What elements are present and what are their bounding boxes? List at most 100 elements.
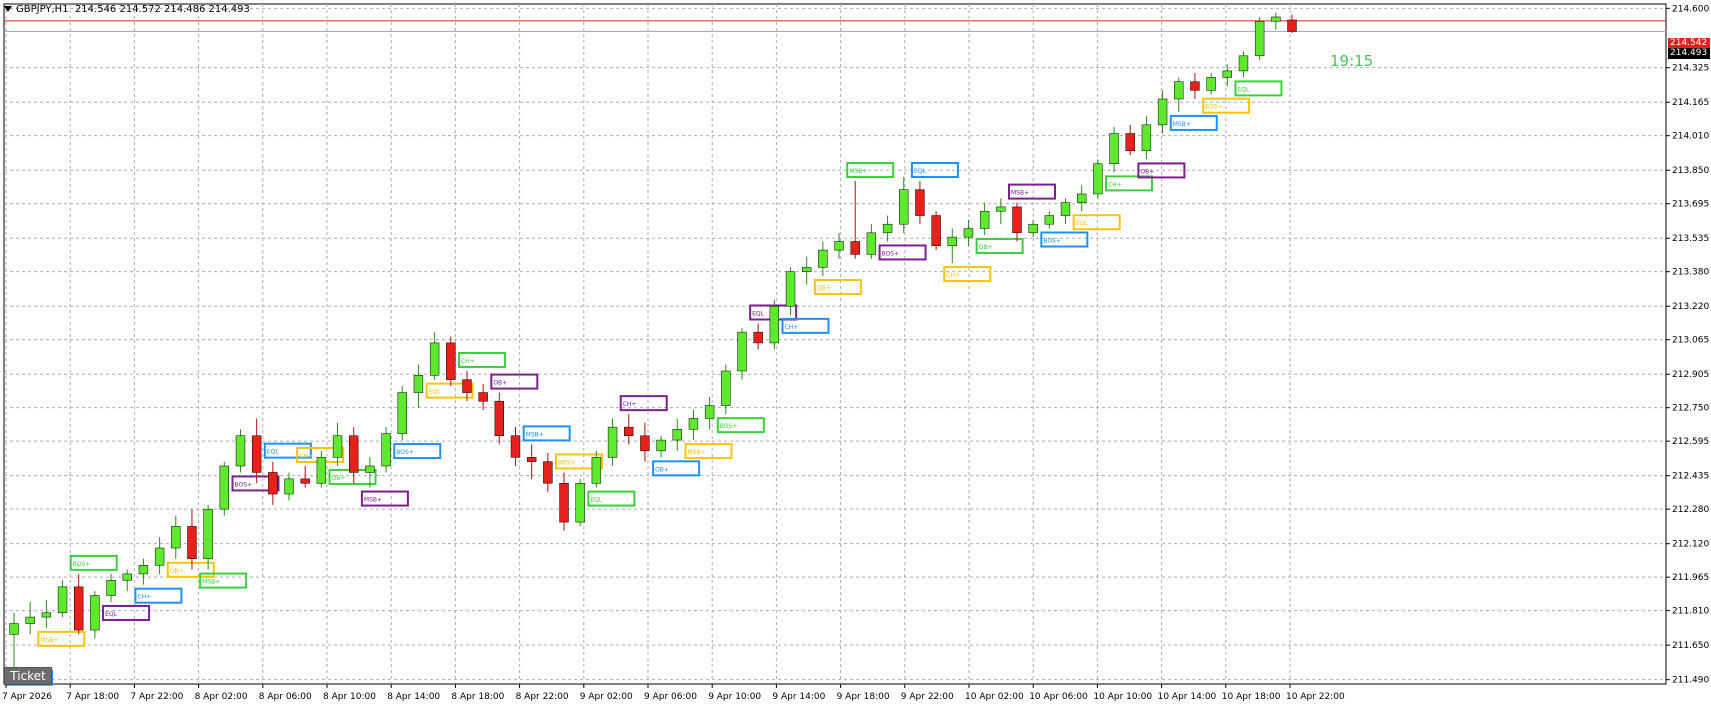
pattern-label: EQL (267, 449, 280, 456)
x-tick-label: 8 Apr 06:00 (259, 692, 312, 702)
bear-candle (1125, 133, 1135, 152)
x-tick-label: 9 Apr 22:00 (901, 692, 954, 702)
bull-candle (769, 305, 780, 344)
bear-candle (494, 400, 505, 436)
pattern-label: EQL (1237, 86, 1250, 93)
bear-candle (349, 435, 359, 473)
bull-candle (721, 370, 731, 406)
x-tick-label: 8 Apr 14:00 (387, 692, 440, 702)
y-tick-label: 211.490 (1672, 676, 1709, 686)
pattern-label: BOS+ (234, 481, 252, 488)
y-tick-label: 213.695 (1672, 200, 1709, 210)
pattern-label: CH+ (785, 324, 799, 331)
bear-candle (1012, 206, 1022, 234)
dropdown-triangle-icon[interactable] (4, 6, 12, 12)
x-tick-label: 8 Apr 22:00 (516, 692, 569, 702)
bull-candle (607, 426, 618, 458)
y-tick-label: 213.380 (1672, 268, 1709, 278)
chart-window[interactable]: OB+ MSB+ BOS+ EQL CH+ OB+ MSB+ BOS+ EQL CH+ OB+ MSB… (0, 0, 1711, 707)
x-tick-label: 8 Apr 18:00 (451, 692, 504, 702)
bull-candle (1109, 133, 1119, 164)
y-tick-label: 214.010 (1672, 132, 1709, 142)
x-tick-label: 8 Apr 10:00 (323, 692, 376, 702)
bull-candle (1238, 55, 1249, 72)
y-tick-label: 212.750 (1672, 404, 1709, 414)
pattern-label: OB+ (817, 285, 831, 292)
bull-candle (138, 565, 149, 575)
x-tick-label: 8 Apr 02:00 (195, 692, 248, 702)
ticket-button[interactable]: Ticket (4, 667, 52, 685)
bull-candle (801, 267, 812, 272)
x-tick-label: 9 Apr 18:00 (837, 692, 890, 702)
bar-countdown: 19:15 (1330, 52, 1374, 70)
pattern-label: MSB+ (526, 431, 544, 438)
order-block-zones (5, 80, 1283, 686)
pattern-label: CH+ (1108, 181, 1122, 188)
x-tick-label: 10 Apr 18:00 (1222, 692, 1281, 702)
pattern-label: MSB+ (687, 449, 705, 456)
x-tick-label: 7 Apr 18:00 (66, 692, 119, 702)
bull-candle (1206, 77, 1216, 91)
bull-candle (235, 435, 246, 467)
bull-candle (785, 271, 796, 307)
pattern-label: OB+ (979, 244, 993, 251)
pattern-label: EQL (590, 497, 603, 504)
bull-candle (41, 612, 52, 618)
price-chart[interactable]: OB+ MSB+ BOS+ EQL CH+ OB+ MSB+ BOS+ EQL CH+ OB+ MSB… (0, 0, 1711, 707)
pattern-label: BOS+ (720, 423, 738, 430)
bull-candle (413, 375, 424, 393)
bull-candle (171, 526, 181, 549)
y-tick-label: 211.650 (1672, 641, 1709, 651)
pattern-label: CH+ (137, 594, 151, 601)
bull-candle (9, 623, 19, 635)
pattern-label: MSB+ (40, 637, 58, 644)
pattern-label: EQL (105, 611, 118, 618)
bull-candle (316, 457, 327, 484)
bear-candle (268, 472, 278, 495)
y-tick-label: 212.280 (1672, 505, 1709, 515)
chart-grid (3, 3, 1667, 685)
bear-candle (462, 379, 472, 393)
bear-candle (559, 482, 569, 523)
bull-candle (1222, 70, 1232, 78)
pattern-label: MSB+ (202, 579, 220, 586)
bear-candle (1287, 19, 1297, 32)
x-tick-label: 7 Apr 2026 (2, 692, 52, 702)
x-tick-label: 10 Apr 06:00 (1029, 692, 1088, 702)
bull-candle (332, 435, 343, 458)
bull-candle (656, 439, 666, 452)
bull-candle (866, 232, 877, 255)
pattern-label: EQL (914, 168, 927, 175)
bull-candle (1044, 215, 1055, 225)
pattern-label: CH+ (299, 453, 313, 460)
y-tick-label: 213.535 (1672, 234, 1709, 244)
bull-candle (1174, 81, 1184, 100)
bull-candle (947, 236, 957, 247)
ohlc-values: 214.546 214.572 214.486 214.493 (74, 4, 250, 15)
bear-candle (640, 435, 650, 452)
bull-candle (106, 580, 116, 596)
pattern-label: MSB+ (364, 497, 382, 504)
bull-candle (1076, 193, 1087, 203)
bull-candle (381, 433, 391, 467)
y-tick-label: 213.220 (1672, 302, 1709, 312)
bull-candle (1254, 21, 1265, 57)
pattern-label: OB+ (170, 568, 184, 575)
bull-candle (882, 223, 893, 234)
bull-candle (397, 392, 407, 434)
pattern-label: OB+ (1140, 168, 1154, 175)
bear-candle (251, 435, 262, 473)
x-tick-label: 9 Apr 06:00 (644, 692, 697, 702)
bull-candle (737, 331, 747, 372)
pattern-label: EQL (1076, 220, 1089, 227)
pattern-label: CH+ (946, 272, 960, 279)
bull-candle (90, 595, 100, 631)
bear-candle (753, 331, 763, 344)
pattern-label: OB+ (332, 475, 346, 482)
bull-candle (1093, 163, 1103, 195)
bear-candle (850, 241, 860, 255)
plot-frame (3, 3, 1667, 685)
pattern-label: BOS+ (73, 561, 91, 568)
bull-candle (1157, 98, 1168, 126)
y-tick-label: 211.965 (1672, 573, 1709, 583)
